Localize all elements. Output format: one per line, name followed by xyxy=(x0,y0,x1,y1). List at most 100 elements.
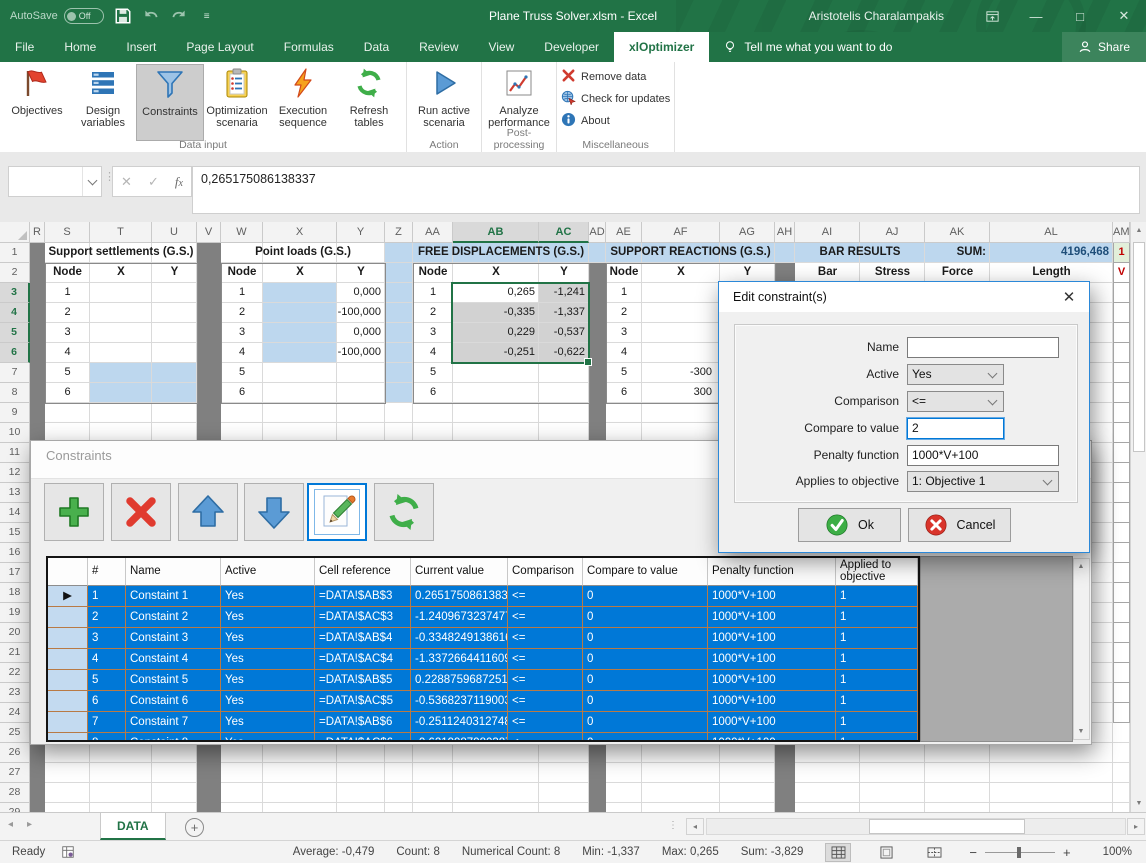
page-break-view-icon[interactable] xyxy=(921,843,947,862)
cell-AB7[interactable] xyxy=(453,363,539,383)
prev-sheet-icon[interactable]: ◂ xyxy=(8,819,27,830)
move-down-button[interactable] xyxy=(244,483,304,541)
row-header-19[interactable]: 19 xyxy=(0,603,30,623)
cell-AA26[interactable] xyxy=(413,743,453,763)
cell-T7[interactable] xyxy=(90,363,152,383)
cell-AD5[interactable] xyxy=(589,323,606,343)
cell-AC1[interactable] xyxy=(539,243,589,263)
check-for-updates-button[interactable]: Check for updates xyxy=(561,90,670,108)
name-box-dropdown-icon[interactable] xyxy=(82,167,101,196)
save-icon[interactable] xyxy=(114,7,132,25)
column-header-AK[interactable]: AK xyxy=(925,222,990,243)
scroll-down-icon[interactable]: ▼ xyxy=(1131,795,1146,812)
cell-T28[interactable] xyxy=(90,783,152,803)
about-button[interactable]: About xyxy=(561,112,670,130)
tell-me-box[interactable]: Tell me what you want to do xyxy=(709,32,906,62)
cell-AI26[interactable] xyxy=(795,743,860,763)
cell-V2[interactable] xyxy=(197,263,221,283)
tab-insert[interactable]: Insert xyxy=(111,32,171,62)
cell-T3[interactable] xyxy=(90,283,152,303)
cell-U1[interactable] xyxy=(152,243,197,263)
remove-data-button[interactable]: Remove data xyxy=(561,68,670,86)
cell-Y9[interactable] xyxy=(337,403,385,423)
cell-AC28[interactable] xyxy=(539,783,589,803)
cell-S4[interactable] xyxy=(45,303,90,323)
ok-button[interactable]: Ok xyxy=(798,508,901,542)
cell-AF7[interactable] xyxy=(642,363,720,383)
edit-constraint-button[interactable] xyxy=(307,483,367,541)
account-name[interactable]: Aristotelis Charalampakis xyxy=(809,9,944,23)
row-header-27[interactable]: 27 xyxy=(0,763,30,783)
cell-AB4[interactable] xyxy=(453,303,539,323)
cell-V3[interactable] xyxy=(197,283,221,303)
cell-AA29[interactable] xyxy=(413,803,453,812)
column-header-AF[interactable]: AF xyxy=(642,222,720,243)
row-header-2[interactable]: 2 xyxy=(0,263,30,283)
column-header-X[interactable]: X xyxy=(263,222,337,243)
cell-AC26[interactable] xyxy=(539,743,589,763)
cell-W6[interactable] xyxy=(221,343,263,363)
column-header-AC[interactable]: AC xyxy=(539,222,589,243)
cell-AA6[interactable] xyxy=(413,343,453,363)
cell-AH26[interactable] xyxy=(775,743,795,763)
cell-AF28[interactable] xyxy=(642,783,720,803)
add-sheet-icon[interactable]: + xyxy=(185,818,204,837)
cell-AD6[interactable] xyxy=(589,343,606,363)
cell-AG2[interactable] xyxy=(720,263,775,283)
cell-T4[interactable] xyxy=(90,303,152,323)
cell-V6[interactable] xyxy=(197,343,221,363)
cell-AA2[interactable] xyxy=(413,263,453,283)
cell-X3[interactable] xyxy=(263,283,337,303)
cell-U6[interactable] xyxy=(152,343,197,363)
cell-V28[interactable] xyxy=(197,783,221,803)
row-header-9[interactable]: 9 xyxy=(0,403,30,423)
zoom-in-icon[interactable]: + xyxy=(1063,845,1071,860)
cell-AA4[interactable] xyxy=(413,303,453,323)
cell-X26[interactable] xyxy=(263,743,337,763)
constraints-column-header[interactable]: Cell reference xyxy=(315,558,411,586)
cell-W27[interactable] xyxy=(221,763,263,783)
cell-AF1[interactable] xyxy=(642,243,720,263)
constraints-column-header[interactable]: Penalty function xyxy=(708,558,836,586)
applies-to-objective-dropdown[interactable]: 1: Objective 1 xyxy=(907,471,1059,492)
cell-AM11[interactable] xyxy=(1113,443,1130,463)
refresh-tables-button[interactable]: Refresh tables xyxy=(336,64,402,139)
cell-Z27[interactable] xyxy=(385,763,413,783)
cell-AM15[interactable] xyxy=(1113,523,1130,543)
cell-AB6[interactable] xyxy=(453,343,539,363)
cell-AC2[interactable] xyxy=(539,263,589,283)
row-header-18[interactable]: 18 xyxy=(0,583,30,603)
cell-AC6[interactable] xyxy=(539,343,589,363)
comparison-dropdown[interactable]: <= xyxy=(907,391,1004,412)
cell-AL26[interactable] xyxy=(990,743,1113,763)
cell-U8[interactable] xyxy=(152,383,197,403)
cell-Z26[interactable] xyxy=(385,743,413,763)
column-header-Z[interactable]: Z xyxy=(385,222,413,243)
cell-R28[interactable] xyxy=(30,783,45,803)
cell-AB27[interactable] xyxy=(453,763,539,783)
cell-Z2[interactable] xyxy=(385,263,413,283)
cell-AE3[interactable] xyxy=(606,283,642,303)
normal-view-icon[interactable] xyxy=(825,843,851,862)
cell-AH2[interactable] xyxy=(775,263,795,283)
cell-Y2[interactable] xyxy=(337,263,385,283)
cell-Y26[interactable] xyxy=(337,743,385,763)
cell-AA28[interactable] xyxy=(413,783,453,803)
cell-AA5[interactable] xyxy=(413,323,453,343)
name-field[interactable] xyxy=(907,337,1059,358)
cell-Y6[interactable] xyxy=(337,343,385,363)
cell-Z8[interactable] xyxy=(385,383,413,403)
cell-S27[interactable] xyxy=(45,763,90,783)
cell-AE2[interactable] xyxy=(606,263,642,283)
cell-X8[interactable] xyxy=(263,383,337,403)
zoom-out-icon[interactable]: − xyxy=(969,845,977,860)
cell-S26[interactable] xyxy=(45,743,90,763)
cell-AC8[interactable] xyxy=(539,383,589,403)
cell-Y7[interactable] xyxy=(337,363,385,383)
cell-AM29[interactable] xyxy=(1113,803,1130,812)
cell-R2[interactable] xyxy=(30,263,45,283)
compare-to-value-field[interactable]: 2 xyxy=(907,418,1004,439)
cell-AF27[interactable] xyxy=(642,763,720,783)
row-selector[interactable] xyxy=(48,670,88,691)
cell-AE7[interactable] xyxy=(606,363,642,383)
